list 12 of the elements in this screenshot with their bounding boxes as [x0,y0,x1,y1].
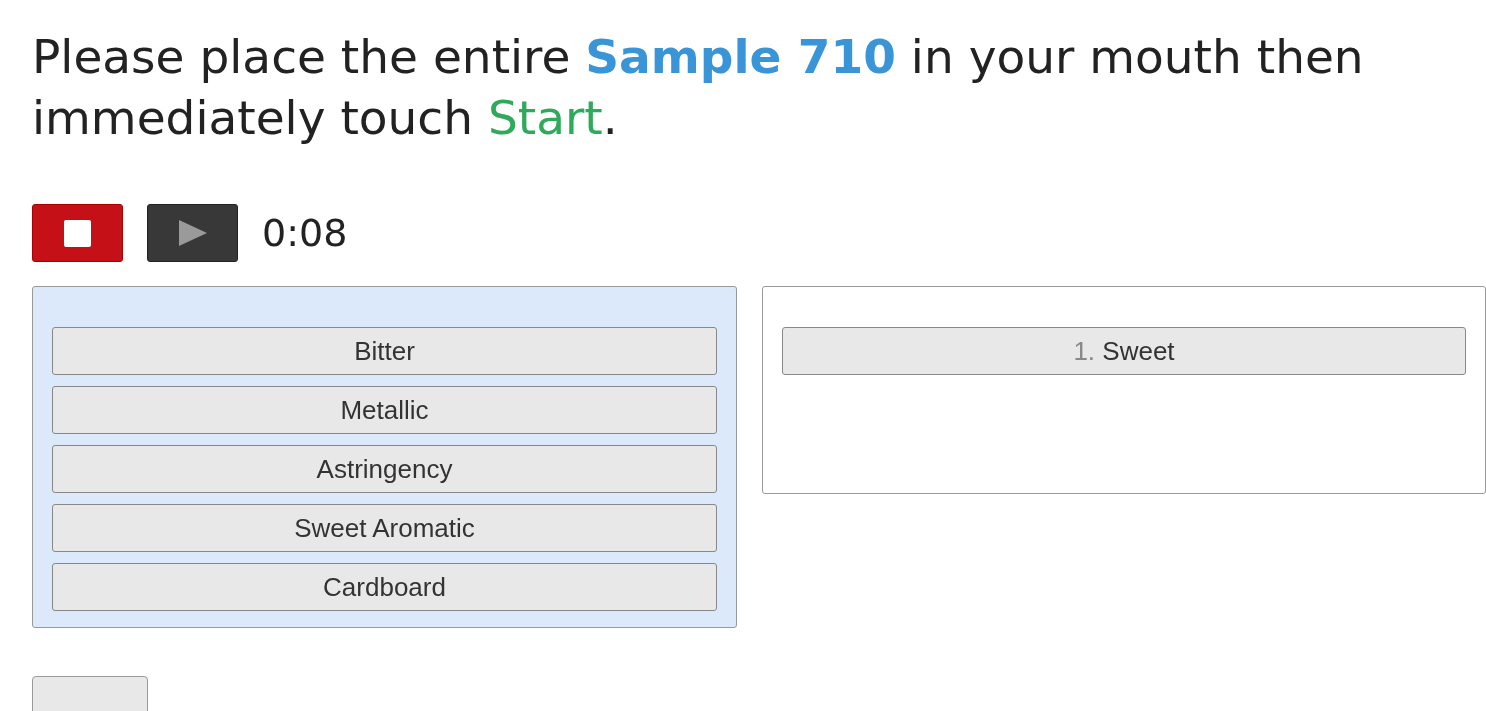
play-button[interactable] [147,204,238,262]
stop-button[interactable] [32,204,123,262]
attribute-item[interactable]: Cardboard [52,563,717,611]
elapsed-time: 0:08 [262,211,348,255]
attribute-item[interactable]: Metallic [52,386,717,434]
attribute-item[interactable]: Astringency [52,445,717,493]
play-icon [178,220,207,246]
ranked-item[interactable]: 1. Sweet [782,327,1466,375]
instruction-text: Please place the entire Sample 710 in your mouth then immediately touch Start. [32,28,1365,147]
attribute-item[interactable]: Sweet Aromatic [52,504,717,552]
attribute-item[interactable]: Bitter [52,327,717,375]
stop-icon [64,219,91,247]
